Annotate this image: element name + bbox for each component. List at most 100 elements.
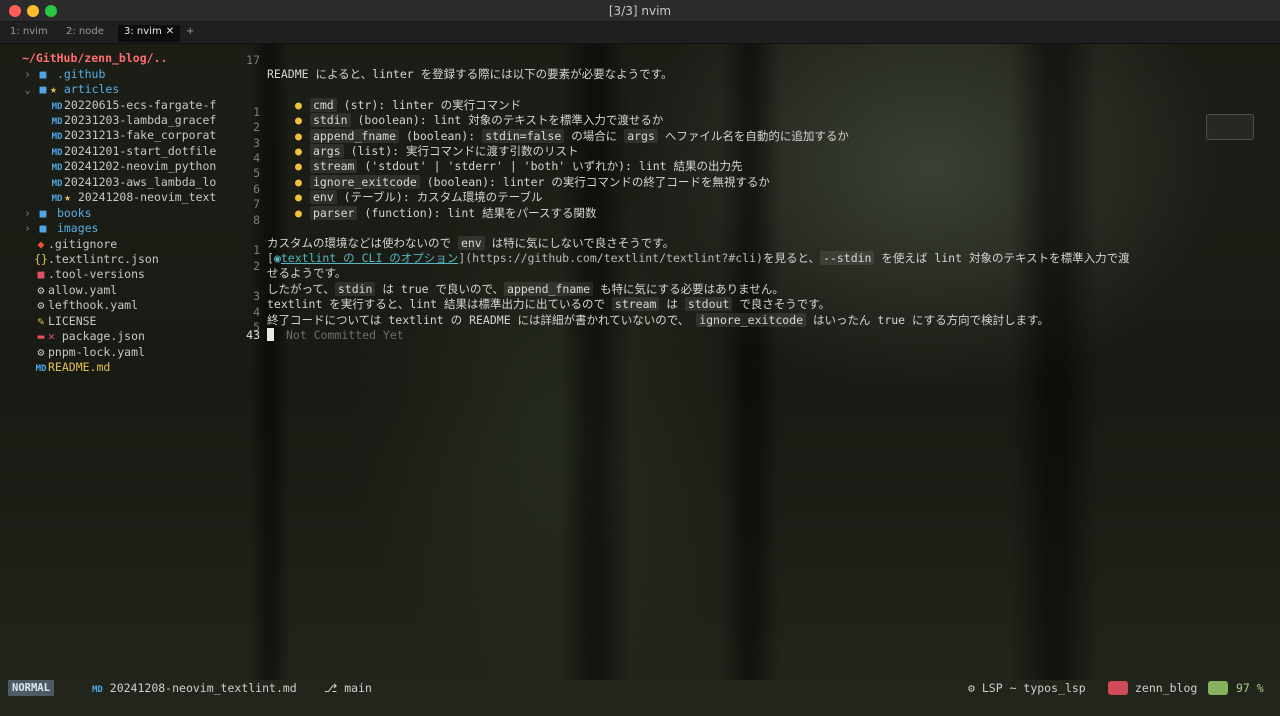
tree-item-file[interactable]: MD 20220615-ecs-fargate-f xyxy=(50,98,217,113)
inline-code: stdin xyxy=(334,282,376,296)
inline-code: stream xyxy=(309,159,358,173)
bullet-text: (boolean): linter の実行コマンドの終了コードを無視するか xyxy=(426,175,770,189)
line-number: 2 xyxy=(253,120,260,134)
tree-item-allow-yaml[interactable]: ⚙ allow.yaml xyxy=(34,283,118,298)
tree-item-license[interactable]: ✎ LICENSE xyxy=(34,314,97,329)
line-number: 3 xyxy=(253,289,260,303)
npm-icon: ▬ xyxy=(37,329,45,343)
bullet-icon: ● xyxy=(295,206,302,220)
text-span: 終了コードについては textlint の README には詳細が書かれていな… xyxy=(267,313,690,327)
markdown-icon: MD xyxy=(92,685,103,695)
tool-versions-icon: ■ xyxy=(37,267,45,281)
gear-icon: ⚙ xyxy=(37,345,45,359)
tree-item-pnpm-lock[interactable]: ⚙ pnpm-lock.yaml xyxy=(34,345,145,360)
tree-root-path[interactable]: ~/GitHub/zenn_blog/.. xyxy=(22,51,167,66)
tree-item-label: .gitignore xyxy=(48,237,118,251)
text-line: README によると、linter を登録する際には以下の要素が必要なようです… xyxy=(267,67,673,81)
tree-item-label: 20231203-lambda_gracef xyxy=(64,113,217,127)
line-number: 8 xyxy=(253,213,260,227)
tab-3-nvim[interactable]: 3: nvim ✕ xyxy=(118,25,181,42)
tree-item-label: .github xyxy=(56,67,106,81)
text-line: 終了コードについては textlint の README には詳細が書かれていな… xyxy=(267,313,1049,328)
tree-item-books[interactable]: › ■ books xyxy=(24,206,92,221)
bullet-text: (boolean): lint 対象のテキストを標準入力で渡せるか xyxy=(357,113,664,127)
inline-code: env xyxy=(309,190,337,204)
inline-code: env xyxy=(457,236,485,250)
tree-item-gitignore[interactable]: ◆ .gitignore xyxy=(34,237,118,252)
bullet-icon: ● xyxy=(295,144,302,158)
bullet-line: ● parser (function): lint 結果をパースする関数 xyxy=(295,206,597,221)
line-number: 5 xyxy=(253,166,260,180)
gear-icon: ⚙ xyxy=(37,283,45,297)
status-branch-label: main xyxy=(344,681,372,695)
inline-code: ignore_exitcode xyxy=(309,175,420,189)
tab-label: 2: node xyxy=(66,26,104,37)
current-line-number: 43 xyxy=(246,328,260,342)
bullet-icon: ● xyxy=(295,159,302,173)
tree-item-tool-versions[interactable]: ■ .tool-versions xyxy=(34,267,145,282)
link-url: ](https://github.com/textlint/textlint?#… xyxy=(458,251,763,265)
tree-item-readme[interactable]: MD README.md xyxy=(34,360,111,375)
tree-item-file[interactable]: MD 20241203-aws_lambda_lo xyxy=(50,175,217,190)
tree-item-textlintrc[interactable]: {}.textlintrc.json xyxy=(34,252,159,267)
tree-item-label: lefthook.yaml xyxy=(48,298,139,312)
markdown-icon: MD xyxy=(35,364,47,374)
inline-code: stdin xyxy=(309,113,351,127)
text-span: はいったん true にする方向で検討します。 xyxy=(812,313,1049,327)
markdown-link[interactable]: textlint の CLI のオプション xyxy=(281,251,458,265)
gear-icon: ⚙ xyxy=(37,298,45,312)
background-widget xyxy=(1206,114,1254,140)
tree-item-file-current[interactable]: MD ★ 20241208-neovim_text xyxy=(50,190,217,205)
bullet-line: ● ignore_exitcode (boolean): linter の実行コマ… xyxy=(295,175,770,190)
line-number: 4 xyxy=(253,305,260,319)
inline-code: append_fname xyxy=(504,282,594,296)
window-title: [3/3] nvim xyxy=(608,4,672,18)
tree-item-github[interactable]: › ■ .github xyxy=(24,67,105,82)
tree-item-file[interactable]: MD 20231213-fake_corporat xyxy=(50,128,217,143)
tree-item-file[interactable]: MD 20241201-start_dotfile xyxy=(50,144,217,159)
folder-icon: ■ xyxy=(39,221,47,235)
error-mark-icon: ✕ xyxy=(48,329,55,343)
folder-open-icon: ■ xyxy=(39,82,47,96)
bullet-text: (boolean): xyxy=(405,129,476,143)
bullet-icon: ● xyxy=(295,113,302,127)
markdown-icon: MD xyxy=(51,194,63,204)
tree-item-images[interactable]: › ■ images xyxy=(24,221,98,236)
status-line: NORMAL MD 20241208-neovim_textlint.md ⎇ … xyxy=(0,679,1280,697)
line-number: 6 xyxy=(253,182,260,196)
new-tab-button[interactable]: + xyxy=(180,25,200,42)
project-icon xyxy=(1108,681,1128,695)
line-number: 4 xyxy=(253,151,260,165)
tab-bar: 1: nvim 2: node 3: nvim ✕ + xyxy=(0,22,1280,44)
title-bar: [3/3] nvim xyxy=(0,0,1280,22)
cursor-line[interactable]: Not Committed Yet xyxy=(267,328,404,343)
chevron-down-icon: ⌄ xyxy=(24,82,31,96)
tree-item-lefthook[interactable]: ⚙ lefthook.yaml xyxy=(34,298,138,313)
close-tab-icon[interactable]: ✕ xyxy=(166,26,174,37)
text-line: カスタムの環境などは使わないので env は特に気にしないで良さそうです。 xyxy=(267,236,674,251)
git-icon: ◆ xyxy=(37,237,45,251)
tree-item-package-json[interactable]: ▬ ✕ package.json xyxy=(34,329,145,344)
inline-code: append_fname xyxy=(309,129,400,143)
tree-item-label: .textlintrc.json xyxy=(48,252,159,266)
license-icon: ✎ xyxy=(37,314,45,328)
text-span: カスタムの環境などは使わないので xyxy=(267,236,451,250)
tree-item-file[interactable]: MD 20241202-neovim_python xyxy=(50,159,217,174)
text-span: を使えば lint 対象のテキストを標準入力で渡 xyxy=(881,251,1130,265)
tree-item-label: package.json xyxy=(61,329,145,343)
tree-item-label: articles xyxy=(63,82,120,96)
text-span: も特に気にする必要はありません。 xyxy=(600,282,784,296)
tree-item-label: books xyxy=(56,206,92,220)
tab-1-nvim[interactable]: 1: nvim xyxy=(4,25,54,42)
tab-2-node[interactable]: 2: node xyxy=(60,25,110,42)
modified-star-icon: ★ xyxy=(50,82,57,96)
text-span: で良さそうです。 xyxy=(739,297,831,311)
tree-item-articles[interactable]: ⌄ ■ ★ articles xyxy=(24,82,119,97)
tree-item-label: 20231213-fake_corporat xyxy=(64,128,217,142)
status-lsp-label: LSP ~ typos_lsp xyxy=(981,681,1086,695)
tree-item-label: images xyxy=(56,221,99,235)
bullet-line: ● args (list): 実行コマンドに渡す引数のリスト xyxy=(295,144,578,159)
bullet-icon: ● xyxy=(295,175,302,189)
tree-item-file[interactable]: MD 20231203-lambda_gracef xyxy=(50,113,217,128)
bullet-text: (テーブル): カスタム環境のテーブル xyxy=(343,190,543,204)
